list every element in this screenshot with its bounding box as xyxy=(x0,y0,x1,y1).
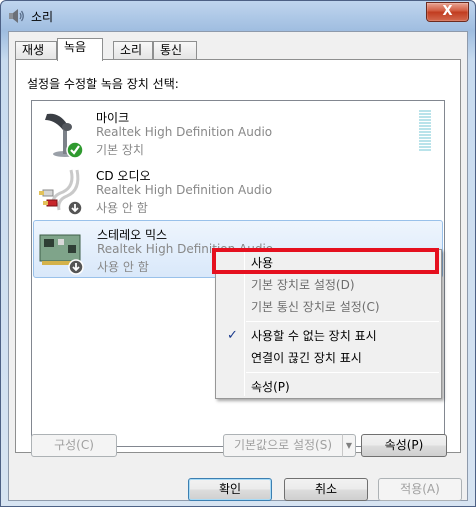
configure-button[interactable]: 구성(C) xyxy=(31,434,117,457)
device-driver: Realtek High Definition Audio xyxy=(96,125,273,139)
set-default-dropdown-arrow[interactable]: ▼ xyxy=(342,434,356,457)
device-item-microphone[interactable]: 마이크 Realtek High Definition Audio 기본 장치 xyxy=(33,104,443,162)
tab-communications[interactable]: 통신 xyxy=(153,41,197,60)
menu-item-label: 사용할 수 없는 장치 표시 xyxy=(251,329,377,343)
menu-item-properties[interactable]: 속성(P) xyxy=(218,376,439,398)
speaker-icon xyxy=(9,9,24,23)
device-name: CD 오디오 xyxy=(96,169,151,183)
ok-button[interactable]: 확인 xyxy=(188,478,272,501)
level-meter xyxy=(419,110,431,154)
sound-card-icon xyxy=(39,234,84,275)
device-item-cd-audio[interactable]: CD 오디오 Realtek High Definition Audio 사용 … xyxy=(33,162,443,220)
tab-playback[interactable]: 재생 xyxy=(15,41,57,60)
menu-separator xyxy=(246,321,439,322)
device-status: 사용 안 함 xyxy=(97,260,149,274)
close-button[interactable]: X xyxy=(426,2,469,22)
menu-item-show-disconnected-devices[interactable]: 연결이 끊긴 장치 표시 xyxy=(218,347,439,369)
tab-recording[interactable]: 녹음 xyxy=(57,38,103,61)
title-bar[interactable]: 소리 X xyxy=(1,1,475,31)
microphone-icon xyxy=(45,113,84,158)
menu-item-set-default-communication[interactable]: 기본 통신 장치로 설정(C) xyxy=(218,296,439,318)
set-default-button[interactable]: 기본값으로 설정(S) xyxy=(223,434,343,457)
instruction-label: 설정을 수정할 녹음 장치 선택: xyxy=(27,77,179,91)
device-name: 마이크 xyxy=(96,111,130,125)
menu-item-set-default[interactable]: 기본 장치로 설정(D) xyxy=(218,274,439,296)
apply-button[interactable]: 적용(A) xyxy=(378,478,462,501)
cd-audio-cable-icon xyxy=(39,169,83,216)
device-driver: Realtek High Definition Audio xyxy=(96,183,273,197)
annotation-highlight-box xyxy=(212,248,439,274)
menu-item-show-disabled-devices[interactable]: ✓ 사용할 수 없는 장치 표시 xyxy=(218,325,439,347)
tab-sounds[interactable]: 소리 xyxy=(113,41,153,60)
window-title: 소리 xyxy=(31,10,54,24)
menu-separator xyxy=(246,372,439,373)
device-status: 사용 안 함 xyxy=(96,201,148,215)
device-status: 기본 장치 xyxy=(96,143,144,157)
properties-button[interactable]: 속성(P) xyxy=(361,434,447,457)
cancel-button[interactable]: 취소 xyxy=(284,478,368,501)
check-icon: ✓ xyxy=(227,328,238,343)
device-name: 스테레오 믹스 xyxy=(97,228,168,242)
